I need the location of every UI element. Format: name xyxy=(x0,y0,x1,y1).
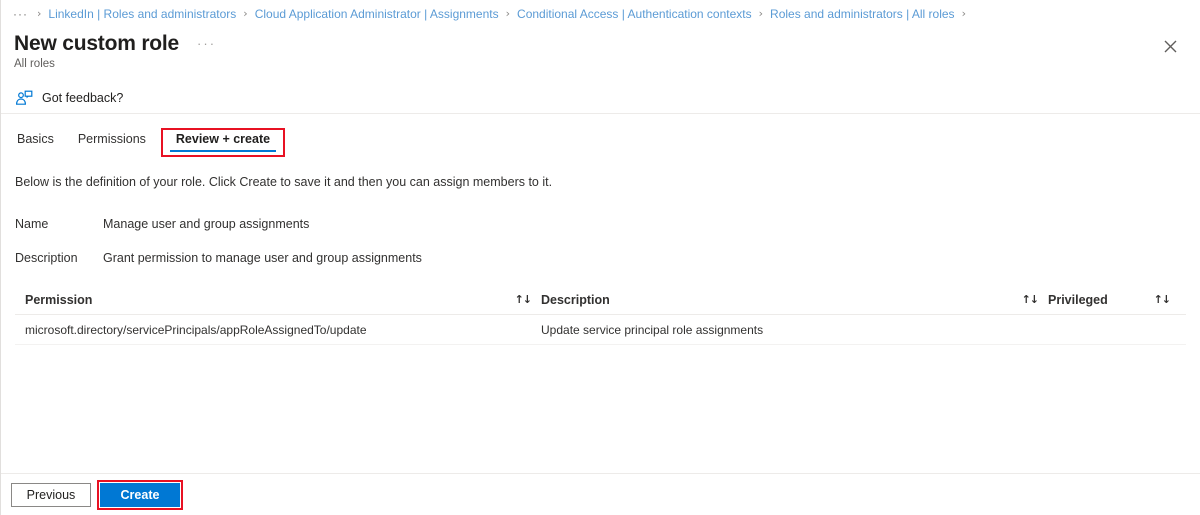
title-block: New custom role ··· All roles xyxy=(14,31,216,70)
intro-text: Below is the definition of your role. Cl… xyxy=(15,175,553,189)
breadcrumb-separator-icon: › xyxy=(758,7,764,20)
column-header-permission-label: Permission xyxy=(25,292,93,307)
field-value-name: Manage user and group assignments xyxy=(103,217,310,231)
sort-icon[interactable]: ↑↓ xyxy=(1154,293,1180,306)
field-label-description: Description xyxy=(15,251,78,265)
create-button-label: Create xyxy=(120,487,160,502)
footer-action-bar: Previous Create xyxy=(1,473,1200,515)
title-line: New custom role ··· xyxy=(14,31,216,57)
cell-description-text: Update service principal role assignment… xyxy=(541,322,764,337)
tab-review-create[interactable]: Review + create xyxy=(160,128,286,157)
tab-active-underline xyxy=(169,150,277,152)
command-bar: Got feedback? xyxy=(1,83,1200,114)
field-row-name: Name Manage user and group assignments xyxy=(15,217,1186,231)
more-options-button[interactable]: ··· xyxy=(197,31,216,57)
field-row-description: Description Grant permission to manage u… xyxy=(15,251,1186,265)
column-header-privileged-label: Privileged xyxy=(1048,292,1108,307)
sort-icon[interactable]: ↑↓ xyxy=(515,293,541,306)
breadcrumb-overflow-button[interactable]: ··· xyxy=(11,7,30,21)
previous-button[interactable]: Previous xyxy=(11,482,91,507)
close-icon xyxy=(1164,40,1177,53)
permissions-table: Permission ↑↓ Description ↑↓ Privileged … xyxy=(15,285,1186,345)
page-subtitle: All roles xyxy=(14,58,55,70)
create-button[interactable]: Create xyxy=(100,482,180,507)
column-header-permission[interactable]: Permission ↑↓ xyxy=(25,293,541,307)
field-label-name: Name xyxy=(15,217,49,231)
tab-basics-label: Basics xyxy=(17,132,54,146)
cell-permission-text: microsoft.directory/servicePrincipals/ap… xyxy=(25,322,367,337)
table-row[interactable]: microsoft.directory/servicePrincipals/ap… xyxy=(15,315,1186,345)
previous-button-label: Previous xyxy=(26,487,76,502)
cell-permission: microsoft.directory/servicePrincipals/ap… xyxy=(25,323,541,337)
feedback-person-icon xyxy=(15,90,33,106)
tab-review-create-label: Review + create xyxy=(175,132,271,146)
cell-description: Update service principal role assignment… xyxy=(541,323,1048,337)
page-title: New custom role xyxy=(14,32,180,55)
got-feedback-button[interactable]: Got feedback? xyxy=(15,90,123,106)
main-content: Below is the definition of your role. Cl… xyxy=(1,154,1200,473)
breadcrumb-item-linkedin-roles[interactable]: LinkedIn | Roles and administrators xyxy=(48,7,236,21)
column-header-description-label: Description xyxy=(541,292,610,307)
breadcrumb: ··· › LinkedIn | Roles and administrator… xyxy=(1,0,1200,27)
tab-list: Basics Permissions Review + create xyxy=(1,124,1200,157)
blade-header: New custom role ··· All roles xyxy=(1,27,1200,70)
breadcrumb-separator-icon: › xyxy=(961,7,966,20)
summary-fields: Name Manage user and group assignments D… xyxy=(15,217,1186,265)
field-value-description: Grant permission to manage user and grou… xyxy=(103,251,422,265)
column-header-description[interactable]: Description ↑↓ xyxy=(541,293,1048,307)
blade-new-custom-role: ··· › LinkedIn | Roles and administrator… xyxy=(0,0,1200,515)
breadcrumb-item-cloud-app-admin-assignments[interactable]: Cloud Application Administrator | Assign… xyxy=(255,7,499,21)
column-header-privileged[interactable]: Privileged ↑↓ xyxy=(1048,293,1180,307)
breadcrumb-separator-icon: › xyxy=(243,7,248,20)
breadcrumb-item-conditional-access-auth-contexts[interactable]: Conditional Access | Authentication cont… xyxy=(517,7,752,21)
got-feedback-label: Got feedback? xyxy=(42,91,124,105)
breadcrumb-separator-icon: › xyxy=(505,7,511,20)
close-blade-button[interactable] xyxy=(1154,31,1186,61)
tab-permissions[interactable]: Permissions xyxy=(66,131,158,154)
tab-permissions-label: Permissions xyxy=(77,132,146,146)
tab-basics[interactable]: Basics xyxy=(15,131,66,154)
table-header-row: Permission ↑↓ Description ↑↓ Privileged … xyxy=(15,285,1186,315)
breadcrumb-separator-icon: › xyxy=(37,7,42,20)
sort-icon[interactable]: ↑↓ xyxy=(1022,293,1048,306)
breadcrumb-item-roles-and-administrators-all-roles[interactable]: Roles and administrators | All roles xyxy=(770,7,955,21)
create-button-highlight: Create xyxy=(97,479,183,510)
